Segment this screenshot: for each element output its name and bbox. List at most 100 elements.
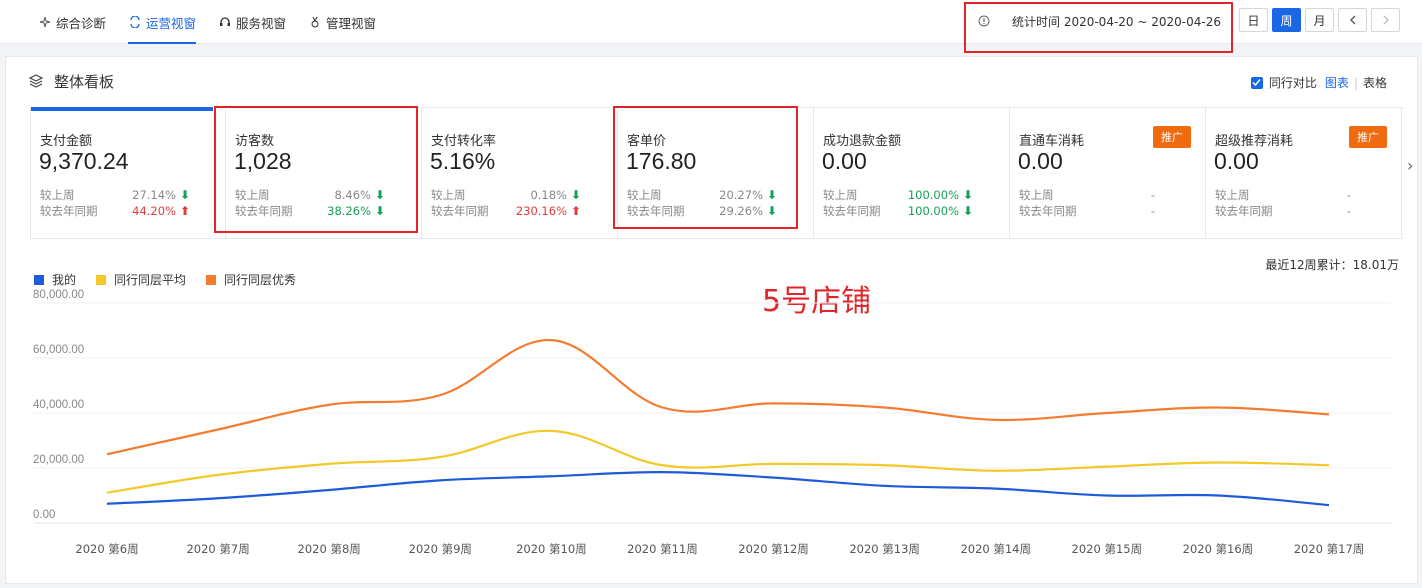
x-tick-label: 2020 第16周: [1183, 542, 1254, 556]
arrow-down-icon: ⬇: [179, 188, 191, 202]
check-icon: [1252, 79, 1261, 87]
row-label: 较上周: [1215, 188, 1250, 202]
x-tick-label: 2020 第6周: [75, 542, 138, 556]
row-value: -: [1346, 204, 1351, 218]
next-period-button[interactable]: [1371, 8, 1400, 32]
metric-value: 9,370.24: [39, 148, 129, 174]
x-tick-label: 2020 第12周: [738, 542, 809, 556]
metric-title: 支付转化率: [431, 134, 497, 149]
legend-item-peer-top[interactable]: 同行同层优秀: [206, 271, 296, 288]
highlight-unit-price: [613, 106, 798, 229]
divider: |: [1353, 75, 1358, 90]
metric-card-refund[interactable]: 成功退款金额 0.00 较上周 100.00% ⬇ 较去年同期 100.00% ⬇: [814, 108, 1010, 238]
series-line-peer-avg: [106, 429, 1330, 494]
prev-period-button[interactable]: [1338, 8, 1367, 32]
arrow-down-icon: ⬇: [570, 188, 582, 202]
series-line-mine: [106, 471, 1330, 507]
metric-row-week: 较上周 -: [1019, 187, 1169, 203]
row-label: 较上周: [1019, 188, 1054, 202]
diagnosis-icon: [38, 15, 52, 29]
metric-value: 0.00: [1214, 148, 1259, 174]
tab-service-label: 服务视窗: [236, 15, 287, 31]
row-value: -: [1150, 188, 1155, 202]
row-value: 0.18%: [530, 188, 567, 202]
tab-diagnosis-label: 综合诊断: [56, 15, 107, 31]
panel-options: 同行对比 图表 | 表格: [1250, 74, 1387, 91]
tab-service[interactable]: 服务视窗: [218, 0, 286, 44]
x-tick-label: 2020 第11周: [627, 542, 698, 556]
metric-title: 直通车消耗: [1019, 134, 1085, 149]
row-value: 230.16%: [515, 204, 567, 218]
period-day-button[interactable]: 日: [1239, 8, 1268, 32]
x-tick-label: 2020 第10周: [516, 542, 587, 556]
metric-row-week: 较上周 0.18% ⬇: [431, 187, 581, 203]
x-tick-label: 2020 第14周: [960, 542, 1031, 556]
operation-icon: [128, 15, 142, 29]
metric-row-year: 较去年同期 -: [1215, 203, 1365, 219]
chevron-right-icon: [1383, 15, 1389, 25]
tab-operation[interactable]: 运营视窗: [128, 0, 197, 44]
row-value: -: [1150, 204, 1155, 218]
highlight-stats-period: [964, 2, 1233, 53]
metric-card-super-recommend[interactable]: 超级推荐消耗 推广 0.00 较上周 - 较去年同期 - ›: [1206, 108, 1413, 238]
tab-operation-label: 运营视窗: [146, 15, 197, 31]
row-value: 27.14%: [132, 188, 176, 202]
x-tick-label: 2020 第7周: [186, 542, 249, 556]
period-week-button[interactable]: 周: [1272, 8, 1301, 32]
chart-legend: 我的 同行同层平均 同行同层优秀: [34, 271, 316, 288]
metric-row-year: 较去年同期 44.20% ⬆: [40, 203, 190, 219]
row-value: 100.00%: [907, 204, 959, 218]
legend-label: 我的: [52, 273, 77, 287]
promote-button[interactable]: 推广: [1153, 126, 1191, 148]
chart-view-link[interactable]: 图表: [1325, 74, 1349, 91]
row-value: 44.20%: [132, 204, 176, 218]
legend-item-mine[interactable]: 我的: [34, 271, 76, 288]
metric-card-ztc-spend[interactable]: 直通车消耗 推广 0.00 较上周 - 较去年同期 -: [1010, 108, 1206, 238]
chevron-left-icon: [1349, 15, 1355, 25]
compare-label[interactable]: 同行对比: [1269, 74, 1317, 91]
arrow-down-icon: ⬇: [962, 204, 974, 218]
panel-header: 整体看板: [28, 71, 114, 91]
legend-label: 同行同层优秀: [224, 273, 297, 287]
row-label: 较去年同期: [40, 204, 98, 218]
chevron-right-icon[interactable]: ›: [1407, 156, 1419, 175]
row-label: 较去年同期: [1215, 204, 1273, 218]
metric-value: 0.00: [1018, 148, 1063, 174]
metric-card-conversion[interactable]: 支付转化率 5.16% 较上周 0.18% ⬇ 较去年同期 230.16% ⬆: [422, 108, 618, 238]
x-tick-label: 2020 第15周: [1072, 542, 1143, 556]
metric-value: 5.16%: [430, 148, 496, 174]
x-tick-label: 2020 第17周: [1294, 542, 1365, 556]
metric-row-week: 较上周 27.14% ⬇: [40, 187, 190, 203]
table-view-link[interactable]: 表格: [1363, 74, 1387, 91]
metric-card-payment[interactable]: 支付金额 9,370.24 较上周 27.14% ⬇ 较去年同期 44.20% ⬆: [30, 107, 226, 238]
legend-swatch: [34, 274, 44, 285]
metric-title: 成功退款金额: [823, 134, 902, 149]
row-value: 100.00%: [907, 188, 959, 202]
period-month-button[interactable]: 月: [1305, 8, 1334, 32]
y-tick-label: 80,000.00: [33, 289, 84, 301]
promote-button[interactable]: 推广: [1349, 126, 1387, 148]
row-label: 较上周: [823, 188, 858, 202]
trend-chart: 0.00 20,000.00 40,000.00 60,000.00 80,000.00…: [33, 289, 1391, 556]
row-label: 较上周: [40, 188, 75, 202]
compare-checkbox[interactable]: [1250, 76, 1263, 89]
legend-label: 同行同层平均: [114, 273, 187, 287]
manage-icon: [308, 15, 322, 29]
highlight-visitors: [214, 106, 418, 233]
metric-row-year: 较去年同期 -: [1019, 203, 1169, 219]
headset-icon: [218, 15, 232, 29]
legend-item-peer-avg[interactable]: 同行同层平均: [96, 271, 186, 288]
metric-row-year: 较去年同期 230.16% ⬆: [431, 203, 581, 219]
x-tick-label: 2020 第9周: [409, 542, 472, 556]
row-label: 较去年同期: [431, 204, 489, 218]
tab-manage[interactable]: 管理视窗: [308, 0, 376, 44]
metric-row-week: 较上周 100.00% ⬇: [823, 187, 973, 203]
legend-swatch: [206, 274, 217, 285]
metric-title: 超级推荐消耗: [1215, 134, 1294, 149]
layers-icon: [28, 73, 44, 89]
row-label: 较去年同期: [823, 204, 881, 218]
tab-diagnosis[interactable]: 综合诊断: [38, 0, 106, 44]
legend-swatch: [96, 274, 107, 285]
row-label: 较上周: [431, 188, 466, 202]
row-value: -: [1346, 188, 1351, 202]
